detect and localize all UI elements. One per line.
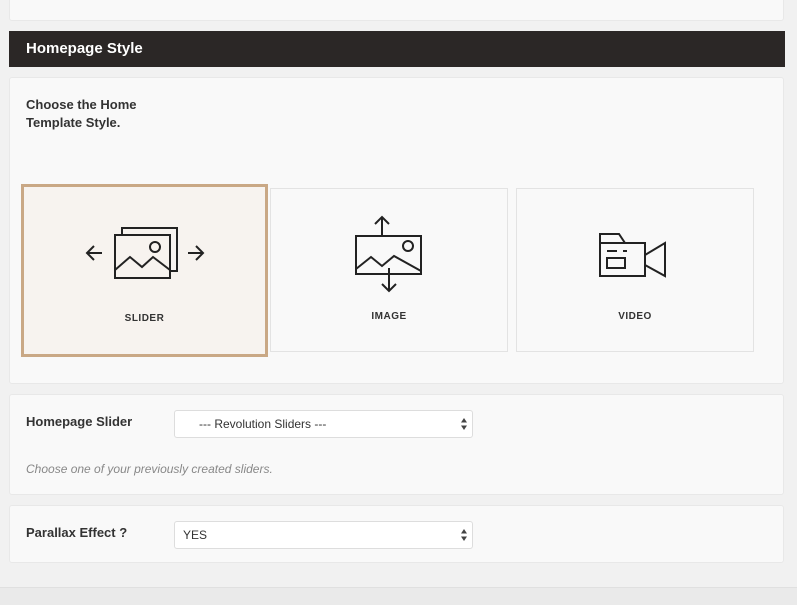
image-option-card[interactable]: IMAGE xyxy=(270,188,508,352)
video-icon xyxy=(599,233,666,278)
parallax-select[interactable]: YES xyxy=(174,521,473,549)
image-option-label: IMAGE xyxy=(371,311,407,322)
homepage-slider-help: Choose one of your previously created sl… xyxy=(26,462,273,476)
image-icon xyxy=(355,215,422,293)
video-option-card[interactable]: VIDEO xyxy=(516,188,754,352)
homepage-slider-label: Homepage Slider xyxy=(26,414,133,429)
homepage-slider-select[interactable]: --- Revolution Sliders --- xyxy=(174,410,473,438)
section-title: Homepage Style xyxy=(26,40,143,57)
template-style-panel: Choose the Home Template Style. SLIDER I… xyxy=(9,77,784,384)
homepage-slider-panel: Homepage Slider --- Revolution Sliders -… xyxy=(9,394,784,495)
slider-option-card[interactable]: SLIDER xyxy=(21,184,268,357)
slider-icon xyxy=(85,227,204,279)
select-arrows-icon xyxy=(461,418,467,430)
previous-section-panel xyxy=(9,0,784,21)
select-arrows-icon xyxy=(461,529,467,541)
section-header: Homepage Style xyxy=(9,31,785,67)
slider-option-label: SLIDER xyxy=(124,313,165,324)
parallax-label: Parallax Effect ? xyxy=(26,525,128,540)
parallax-panel: Parallax Effect ? YES xyxy=(9,505,784,563)
homepage-slider-select-value: --- Revolution Sliders --- xyxy=(199,417,327,431)
video-option-label: VIDEO xyxy=(618,311,652,322)
template-style-label: Choose the Home Template Style. xyxy=(26,97,137,130)
footer-bar xyxy=(0,587,797,605)
parallax-select-value: YES xyxy=(183,528,208,542)
